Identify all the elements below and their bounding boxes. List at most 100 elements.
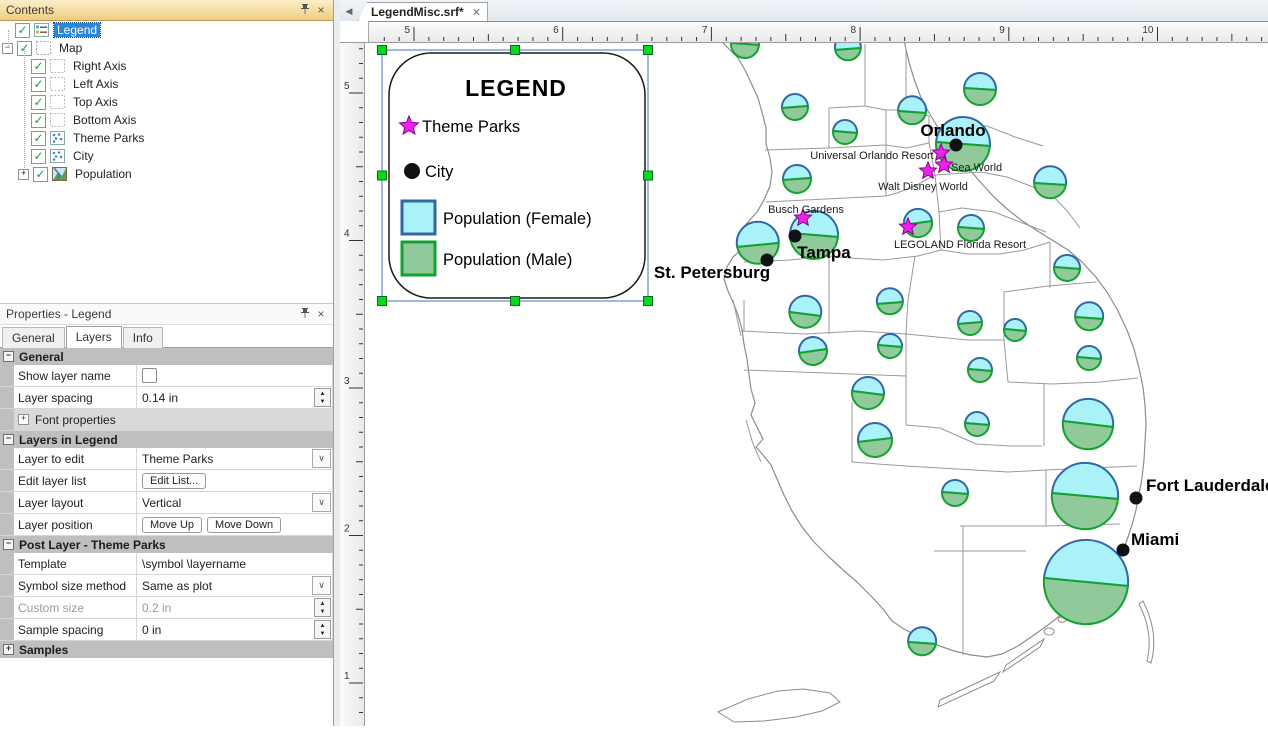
chevron-down-icon[interactable]: ∨ [312,449,331,468]
selection-handle[interactable] [644,171,653,180]
selection-handle[interactable] [511,46,520,55]
prop-value[interactable]: \symbol \layername [142,557,246,571]
collapse-icon[interactable]: − [3,351,14,362]
chevron-down-icon[interactable]: ∨ [312,493,331,512]
tree-item-label: Right Axis [70,59,129,73]
population-pie-female[interactable] [1034,166,1066,185]
spinner-arrows-icon[interactable]: ▲▼ [314,598,331,617]
tree-item-map[interactable]: −✓Map [0,39,333,57]
visibility-checkbox[interactable]: ✓ [31,131,46,146]
tree-item-right-axis[interactable]: ✓ Right Axis [0,57,333,75]
tab-scroll-left-icon[interactable]: ◀ [340,6,358,21]
population-pie-male[interactable] [1034,183,1066,198]
visibility-checkbox[interactable]: ✓ [31,77,46,92]
prop-value[interactable]: Same as plot [142,579,212,593]
visibility-checkbox[interactable]: ✓ [31,113,46,128]
contents-panel: Contents × ✓Legend−✓Map✓Right Axis✓Left … [0,0,333,297]
population-pie-male[interactable] [835,48,861,60]
prop-button-0[interactable]: Move Up [142,517,202,533]
population-pie-male[interactable] [833,131,857,144]
tree-item-top-axis[interactable]: ✓Top Axis [0,93,333,111]
population-pie-male[interactable] [783,178,811,193]
selection-handle[interactable] [644,297,653,306]
selection-handle[interactable] [378,46,387,55]
population-pie-male[interactable] [799,349,827,365]
section-header-layers-in-legend[interactable]: −Layers in Legend [0,431,333,448]
prop-value[interactable]: Vertical [142,496,181,510]
horizontal-ruler[interactable]: 5678910 [368,21,1268,43]
spinner-arrows-icon[interactable]: ▲▼ [314,620,331,639]
county-boundary [1004,340,1138,384]
expand-icon[interactable]: + [18,414,29,425]
map-canvas[interactable]: Universal Orlando ResortSea WorldWalt Di… [340,0,1268,726]
population-pie-male[interactable] [852,391,884,409]
prop-checkbox[interactable] [142,368,157,383]
collapse-icon[interactable]: − [3,434,14,445]
tab-info[interactable]: Info [123,327,163,348]
prop-row-custom-size: Custom size0.2 in▲▼ [0,597,333,619]
county-boundary [733,300,741,336]
population-pie-male[interactable] [958,322,982,335]
document-tab[interactable]: LegendMisc.srf* ✕ [358,2,488,21]
population-pie-male[interactable] [878,345,902,358]
population-pie-male[interactable] [1052,493,1118,529]
svg-text:8: 8 [851,25,857,36]
prop-value[interactable]: Theme Parks [142,452,213,466]
population-pie-male[interactable] [968,369,992,382]
section-header-samples[interactable]: +Samples [0,641,333,658]
tree-item-city[interactable]: ✓City [0,147,333,165]
tab-layers[interactable]: Layers [66,326,122,348]
tree-item-bottom-axis[interactable]: ✓Bottom Axis [0,111,333,129]
population-pie-male[interactable] [908,642,936,655]
section-header-post-layer-theme-parks[interactable]: −Post Layer - Theme Parks [0,536,333,553]
prop-button[interactable]: Edit List... [142,473,206,489]
population-pie-male[interactable] [877,302,903,314]
vertical-ruler[interactable]: 54321 [340,42,365,726]
visibility-checkbox[interactable]: ✓ [31,149,46,164]
visibility-checkbox[interactable]: ✓ [15,23,30,38]
visibility-checkbox[interactable]: ✓ [31,95,46,110]
population-pie-male[interactable] [1044,578,1128,624]
selection-handle[interactable] [644,46,653,55]
selection-handle[interactable] [378,297,387,306]
population-pie-male[interactable] [1063,421,1113,449]
tab-close-icon[interactable]: ✕ [472,6,481,19]
prop-value[interactable]: 0.2 in [142,601,171,615]
tree-item-population[interactable]: +✓Population [0,165,333,183]
population-pie-male[interactable] [942,492,968,506]
population-pie-male[interactable] [782,106,808,120]
prop-button-1[interactable]: Move Down [207,517,281,533]
selection-handle[interactable] [378,171,387,180]
collapse-icon[interactable]: − [3,539,14,550]
population-pie-male[interactable] [1077,357,1101,370]
tree-item-left-axis[interactable]: ✓Left Axis [0,75,333,93]
population-pie-male[interactable] [965,423,989,436]
population-pie-male[interactable] [1004,329,1026,341]
close-icon[interactable]: × [313,307,329,321]
close-icon[interactable]: × [313,3,329,17]
chevron-down-icon[interactable]: ∨ [312,576,331,595]
visibility-checkbox[interactable]: ✓ [33,167,48,182]
prop-value[interactable]: 0 in [142,623,161,637]
legend-item-label: City [425,163,454,181]
pin-icon[interactable] [297,307,313,322]
section-title: Layers in Legend [19,433,118,447]
selection-handle[interactable] [511,297,520,306]
population-pie-male[interactable] [1075,317,1103,330]
tab-general[interactable]: General [2,327,65,348]
expand-icon[interactable]: + [3,644,14,655]
tree-item-legend[interactable]: ✓Legend [0,21,333,39]
pin-icon[interactable] [297,3,313,18]
prop-value[interactable]: 0.14 in [142,391,178,405]
population-pie-male[interactable] [1054,267,1080,281]
city-dot[interactable] [950,139,963,152]
city-dot[interactable] [1130,492,1143,505]
section-header-general[interactable]: −General [0,348,333,365]
city-dot[interactable] [1117,544,1130,557]
visibility-checkbox[interactable]: ✓ [31,59,46,74]
city-dot[interactable] [789,230,802,243]
spinner-arrows-icon[interactable]: ▲▼ [314,388,331,407]
population-pie-male[interactable] [858,438,892,457]
population-pie-male[interactable] [964,88,996,105]
tree-item-theme-parks[interactable]: ✓Theme Parks [0,129,333,147]
